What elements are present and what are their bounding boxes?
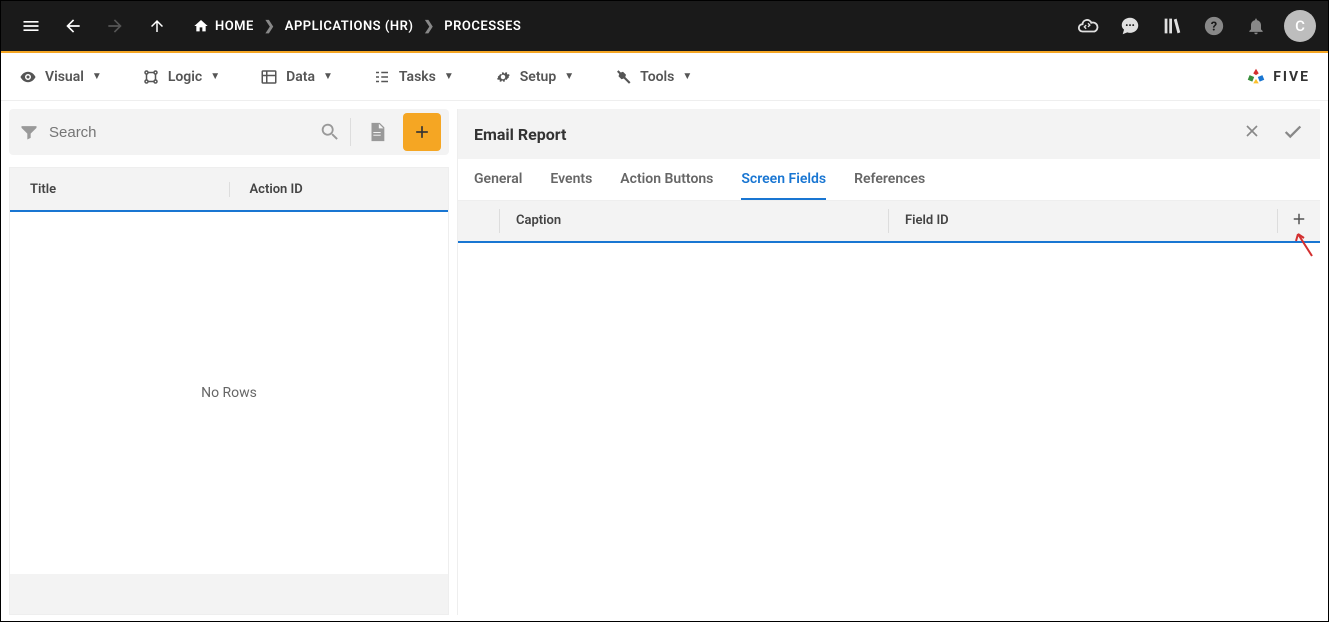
search-input[interactable] (49, 124, 310, 141)
up-button[interactable] (139, 8, 175, 44)
column-title[interactable]: Title (10, 182, 230, 197)
menu-data[interactable]: Data▼ (260, 68, 333, 86)
forward-button (97, 8, 133, 44)
confirm-button[interactable] (1282, 121, 1304, 147)
breadcrumb: HOME ❯ APPLICATIONS (HR) ❯ PROCESSES (193, 18, 521, 34)
add-button[interactable] (403, 113, 441, 151)
breadcrumb-processes-label: PROCESSES (444, 19, 521, 34)
hamburger-menu-button[interactable] (13, 8, 49, 44)
chevron-right-icon: ❯ (264, 19, 275, 34)
tab-references[interactable]: References (854, 159, 925, 200)
library-icon[interactable] (1158, 12, 1186, 40)
breadcrumb-applications[interactable]: APPLICATIONS (HR) (285, 19, 414, 34)
column-action-id[interactable]: Action ID (230, 182, 449, 197)
menu-data-label: Data (286, 69, 315, 85)
logo: FIVE (1245, 66, 1310, 88)
breadcrumb-home-label: HOME (215, 19, 254, 34)
chevron-right-icon: ❯ (423, 19, 434, 34)
column-field-id[interactable]: Field ID (889, 209, 1278, 233)
menu-visual-label: Visual (45, 69, 84, 85)
no-rows-text: No Rows (201, 385, 257, 401)
menu-tasks[interactable]: Tasks▼ (373, 68, 454, 86)
tab-general[interactable]: General (474, 159, 522, 200)
document-button[interactable] (359, 114, 395, 150)
menu-tools[interactable]: Tools▼ (614, 68, 692, 86)
menu-visual[interactable]: Visual▼ (19, 68, 102, 86)
menu-logic[interactable]: Logic▼ (142, 68, 220, 86)
add-field-button[interactable] (1290, 210, 1308, 232)
breadcrumb-home[interactable]: HOME (193, 18, 254, 34)
search-icon[interactable] (318, 120, 342, 144)
help-icon[interactable]: ? (1200, 12, 1228, 40)
avatar-initial: C (1295, 17, 1305, 35)
svg-text:?: ? (1211, 20, 1217, 35)
cloud-sync-icon[interactable] (1074, 12, 1102, 40)
breadcrumb-applications-label: APPLICATIONS (HR) (285, 19, 414, 34)
breadcrumb-processes[interactable]: PROCESSES (444, 19, 521, 34)
menu-tasks-label: Tasks (399, 69, 436, 85)
menu-logic-label: Logic (168, 69, 202, 85)
menu-setup[interactable]: Setup▼ (494, 68, 574, 86)
logo-text: FIVE (1273, 69, 1310, 85)
back-button[interactable] (55, 8, 91, 44)
tab-action-buttons[interactable]: Action Buttons (620, 159, 713, 200)
close-button[interactable] (1242, 121, 1262, 147)
filter-icon[interactable] (17, 120, 41, 144)
chat-icon[interactable] (1116, 12, 1144, 40)
avatar[interactable]: C (1284, 10, 1316, 42)
menu-setup-label: Setup (520, 69, 556, 85)
tab-events[interactable]: Events (550, 159, 592, 200)
tab-screen-fields[interactable]: Screen Fields (741, 159, 826, 200)
panel-title: Email Report (474, 125, 566, 144)
column-caption[interactable]: Caption (500, 209, 889, 233)
menu-tools-label: Tools (640, 69, 674, 85)
annotation-arrow-icon (1292, 230, 1316, 260)
bell-icon[interactable] (1242, 12, 1270, 40)
